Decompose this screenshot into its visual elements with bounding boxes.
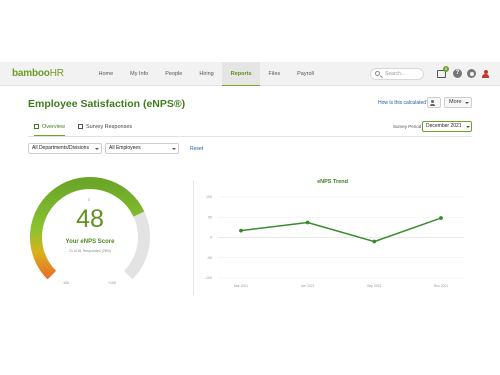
x-tick-label: Mar 2021 [234,284,248,288]
tab-survey-responses[interactable]: Survey Responses [78,120,132,136]
y-tick-label: 100 [206,195,212,199]
chevron-down-icon [172,147,176,150]
y-tick-label: -100 [205,276,212,280]
x-tick-label: Sep 2021 [367,284,382,288]
y-tick-label: 0 [210,236,212,240]
nav-hiring[interactable]: Hiring [191,62,222,86]
chevron-down-icon [95,147,99,150]
nav-payroll[interactable]: Payroll [289,62,323,86]
search-icon [375,70,380,76]
trend-line [240,217,442,243]
enps-trend-chart: 100 50 0 -50 -100 Mar 2021 Jun 2021 Sep 2021 De… [205,195,464,288]
chart-title: eNPS Trend [317,179,348,185]
user-avatar-icon[interactable] [481,69,490,78]
nav-files[interactable]: Files [260,62,289,86]
help-icon[interactable]: ? [453,69,462,78]
employees-filter-select[interactable]: All Employees [105,143,179,154]
enps-gauge: 0 -100 +100 48 Your eNPS Score 21 of 81 … [28,175,152,291]
gear-icon[interactable] [467,69,476,78]
chevron-down-icon [466,125,470,128]
responses-count: 21 of 81 Responded (26%) [69,249,111,253]
data-point[interactable] [372,239,377,244]
gauge-tick-right: +100 [108,281,116,285]
share-user-button[interactable] [427,97,441,108]
page-title: Employee Satisfaction (eNPS®) [28,98,186,110]
how-calculated-link[interactable]: How is this calculated? [378,100,429,106]
department-filter-select[interactable]: All Departments/Divisions [28,143,102,154]
bamboohr-logo[interactable]: bambooHR [12,68,64,79]
tabs-divider [28,136,472,137]
enps-score-label: Your eNPS Score [65,239,115,245]
more-button-label: More [449,99,462,105]
x-tick-label: Jun 2021 [301,284,315,288]
reset-filters-link[interactable]: Reset [190,146,203,152]
tab-overview[interactable]: Overview [34,120,65,136]
x-tick-label: Dec 2021 [434,284,449,288]
nav-people[interactable]: People [157,62,191,86]
search-input[interactable]: Search... [370,68,424,80]
survey-period-select[interactable]: December 2021 [422,121,472,132]
search-placeholder: Search... [385,71,406,77]
overview-icon [34,124,39,129]
panel-divider [193,180,194,295]
data-point[interactable] [305,220,310,225]
data-point[interactable] [439,216,443,220]
nav-my-info[interactable]: My Info [122,62,157,86]
y-tick-label: 50 [208,215,212,219]
y-tick-label: -50 [207,256,212,260]
survey-period-label: Survey Period [393,124,422,129]
nav-home[interactable]: Home [90,62,122,86]
gauge-tick-top: 0 [88,198,90,202]
survey-responses-icon [78,124,83,129]
notification-badge: 8 [443,66,449,72]
main-nav: Home My Info People Hiring Reports Files… [90,62,322,86]
more-button[interactable]: More [444,97,472,108]
top-nav-bar: bambooHR Home My Info People Hiring Repo… [0,62,500,86]
data-point[interactable] [239,228,243,233]
enps-score-value: 48 [76,205,104,233]
chevron-down-icon [465,101,469,104]
gauge-tick-left: -100 [62,281,70,285]
nav-reports[interactable]: Reports [222,62,261,86]
